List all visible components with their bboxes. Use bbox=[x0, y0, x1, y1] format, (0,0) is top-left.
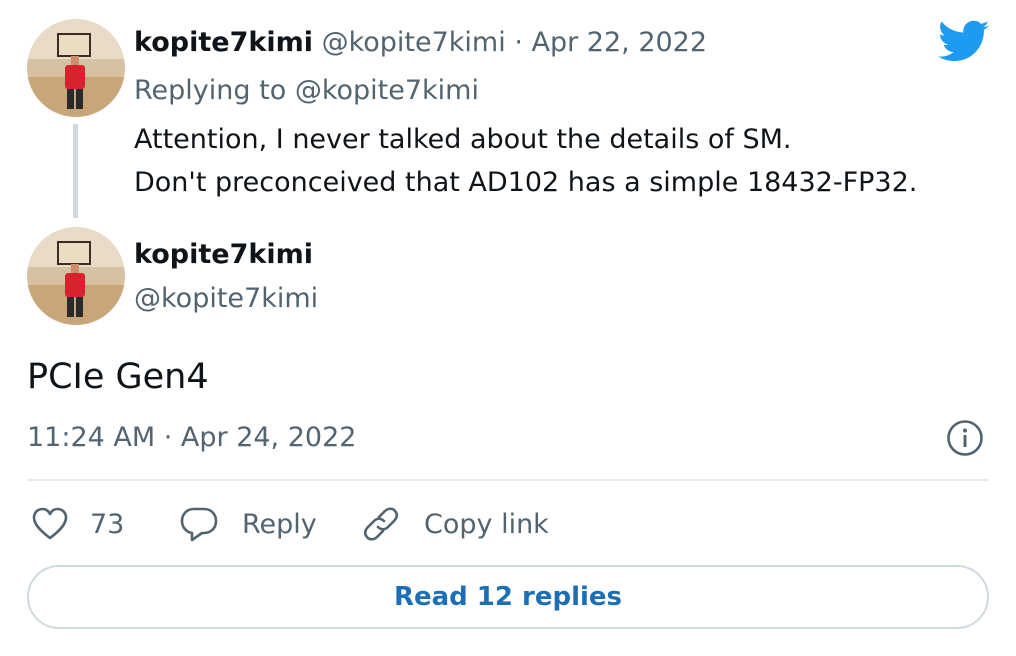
thread-connector-line bbox=[73, 124, 78, 218]
reply-button[interactable]: Reply bbox=[180, 502, 317, 546]
heart-icon bbox=[32, 507, 68, 540]
read-replies-label: Read 12 replies bbox=[393, 582, 623, 612]
copy-link-label: Copy link bbox=[424, 508, 549, 540]
replying-to-line: Replying to @kopite7kimi bbox=[134, 75, 479, 106]
avatar-photo bbox=[27, 227, 125, 325]
like-count: 73 bbox=[90, 508, 125, 540]
link-icon bbox=[363, 507, 399, 541]
avatar[interactable] bbox=[27, 19, 125, 117]
avatar-photo bbox=[27, 19, 125, 117]
twitter-bird-icon-graphic bbox=[938, 20, 990, 62]
like-button[interactable]: 73 bbox=[32, 502, 124, 546]
parent-handle[interactable]: @kopite7kimi bbox=[322, 27, 506, 58]
info-icon-graphic bbox=[947, 420, 983, 456]
parent-separator: · bbox=[514, 27, 523, 58]
read-replies-button[interactable]: Read 12 replies bbox=[27, 565, 989, 629]
parent-tweet-header: kopite7kimi @kopite7kimi · Apr 22, 2022 bbox=[134, 27, 707, 58]
twitter-bird-icon[interactable] bbox=[938, 20, 990, 64]
reply-label: Reply bbox=[242, 508, 317, 540]
divider bbox=[27, 479, 989, 481]
replying-to-handle[interactable]: @kopite7kimi bbox=[295, 75, 479, 106]
display-name[interactable]: kopite7kimi bbox=[134, 239, 313, 270]
parent-tweet-text-line: Don't preconceived that AD102 has a simp… bbox=[134, 167, 918, 198]
copy-link-button[interactable]: Copy link bbox=[362, 502, 549, 546]
user-handle[interactable]: @kopite7kimi bbox=[134, 283, 318, 314]
parent-display-name[interactable]: kopite7kimi bbox=[134, 27, 313, 58]
avatar[interactable] bbox=[27, 227, 125, 325]
parent-tweet-text-line: Attention, I never talked about the deta… bbox=[134, 124, 792, 155]
speech-bubble-icon bbox=[180, 507, 218, 542]
parent-date[interactable]: Apr 22, 2022 bbox=[532, 27, 708, 58]
tweet-timestamp[interactable]: 11:24 AM · Apr 24, 2022 bbox=[27, 422, 356, 453]
replying-to-prefix: Replying to bbox=[134, 75, 287, 106]
info-icon[interactable] bbox=[946, 419, 984, 457]
tweet-text: PCIe Gen4 bbox=[27, 357, 209, 397]
